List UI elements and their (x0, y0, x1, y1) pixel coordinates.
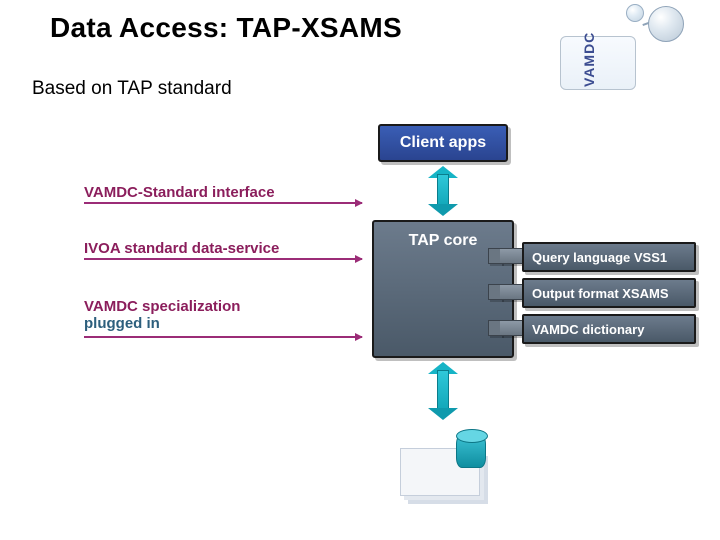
connector-stub-3b-icon (500, 320, 522, 336)
logo-text: VAMDC (581, 32, 597, 87)
datastore-illustration (400, 430, 504, 504)
annotation-3-line1: VAMDC specialization (84, 298, 240, 315)
annotation-vamdc-interface: VAMDC-Standard interface (84, 184, 275, 201)
box-client-apps: Client apps (378, 124, 508, 162)
database-cylinder-icon (456, 434, 486, 468)
tag-query-language: Query language VSS1 (522, 242, 696, 272)
double-arrow-top-icon (428, 166, 458, 216)
annotation-vamdc-specialization: VAMDC specialization plugged in (84, 298, 240, 333)
subtitle-text: Based on TAP standard (32, 78, 232, 100)
double-arrow-bottom-icon (428, 362, 458, 420)
page-title: Data Access: TAP-XSAMS (50, 12, 402, 44)
vamdc-logo: VAMDC (556, 4, 686, 96)
logo-sphere-large-icon (648, 6, 684, 42)
slide-root: Data Access: TAP-XSAMS Based on TAP stan… (0, 0, 720, 540)
annotation-ivoa-service: IVOA standard data-service (84, 240, 279, 257)
tag-output-format: Output format XSAMS (522, 278, 696, 308)
arrow-annotation-1-icon (84, 202, 362, 204)
tag-dictionary: VAMDC dictionary (522, 314, 696, 344)
connector-stub-2b-icon (500, 284, 522, 300)
logo-brand-card: VAMDC (560, 36, 636, 90)
arrow-annotation-2-icon (84, 258, 362, 260)
arrow-annotation-3-icon (84, 336, 362, 338)
logo-sphere-small-icon (626, 4, 644, 22)
connector-stub-1b-icon (500, 248, 522, 264)
annotation-3-line2: plugged in (84, 315, 240, 332)
